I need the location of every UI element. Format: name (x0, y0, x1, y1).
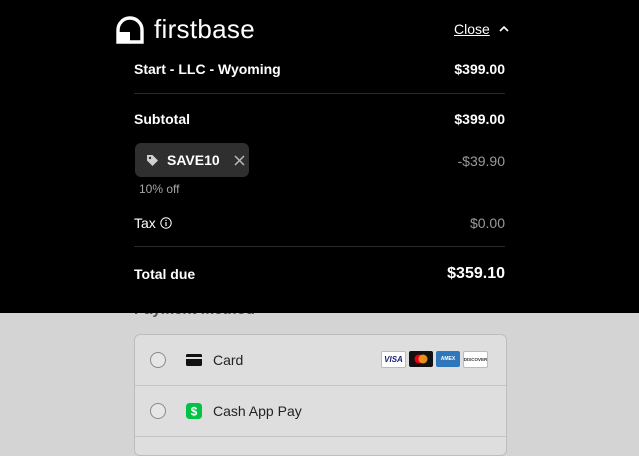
promo-code-chip: SAVE10 (135, 143, 249, 177)
subtotal-row: Subtotal $399.00 (134, 111, 505, 127)
promo-code: SAVE10 (167, 152, 220, 168)
chevron-up-icon (499, 25, 509, 32)
discover-logo: DISCOVER (463, 351, 488, 368)
divider (135, 436, 506, 437)
card-brand-logos: VISA AMEX DISCOVER (381, 351, 488, 368)
cash-app-label: Cash App Pay (213, 403, 302, 419)
payment-option-card[interactable]: Card VISA AMEX DISCOVER (135, 335, 506, 385)
card-radio[interactable] (150, 352, 166, 368)
mastercard-logo (409, 351, 433, 367)
total-value: $359.10 (447, 265, 505, 282)
amex-logo: AMEX (436, 351, 460, 367)
line-item-label: Start - LLC - Wyoming (134, 61, 281, 77)
promo-note: 10% off (139, 182, 180, 196)
tax-value: $0.00 (469, 215, 505, 231)
discount-row: -$39.90 (400, 153, 505, 169)
divider (134, 93, 505, 94)
info-icon[interactable] (160, 217, 172, 229)
card-icon (185, 351, 203, 369)
tax-row: Tax $0.00 (134, 215, 505, 231)
svg-text:$: $ (191, 405, 198, 419)
line-item: Start - LLC - Wyoming $399.00 (134, 61, 505, 77)
visa-logo: VISA (381, 351, 406, 368)
order-summary-panel: firstbase Close Start - LLC - Wyoming $3… (0, 0, 639, 313)
card-label: Card (213, 352, 244, 368)
cash-app-radio[interactable] (150, 403, 166, 419)
firstbase-logo-icon (116, 15, 144, 44)
close-label: Close (454, 21, 490, 37)
payment-option-cash-app[interactable]: $ Cash App Pay (135, 386, 506, 436)
brand-name: firstbase (154, 14, 255, 44)
total-label: Total due (134, 266, 196, 282)
payment-method-options: Card VISA AMEX DISCOVER $ Cash App Pay (134, 334, 507, 456)
remove-promo-icon[interactable] (234, 154, 245, 166)
subtotal-value: $399.00 (454, 111, 505, 127)
subtotal-label: Subtotal (134, 111, 190, 127)
discount-value: -$39.90 (457, 153, 505, 169)
tax-label-group: Tax (134, 215, 172, 231)
tax-label: Tax (134, 215, 156, 231)
brand[interactable]: firstbase (115, 14, 255, 45)
cash-app-icon: $ (185, 402, 203, 420)
line-item-price: $399.00 (454, 61, 505, 77)
total-row: Total due $359.10 (134, 265, 505, 283)
close-button[interactable]: Close (454, 21, 510, 37)
divider (134, 246, 505, 247)
tag-icon (147, 154, 158, 166)
